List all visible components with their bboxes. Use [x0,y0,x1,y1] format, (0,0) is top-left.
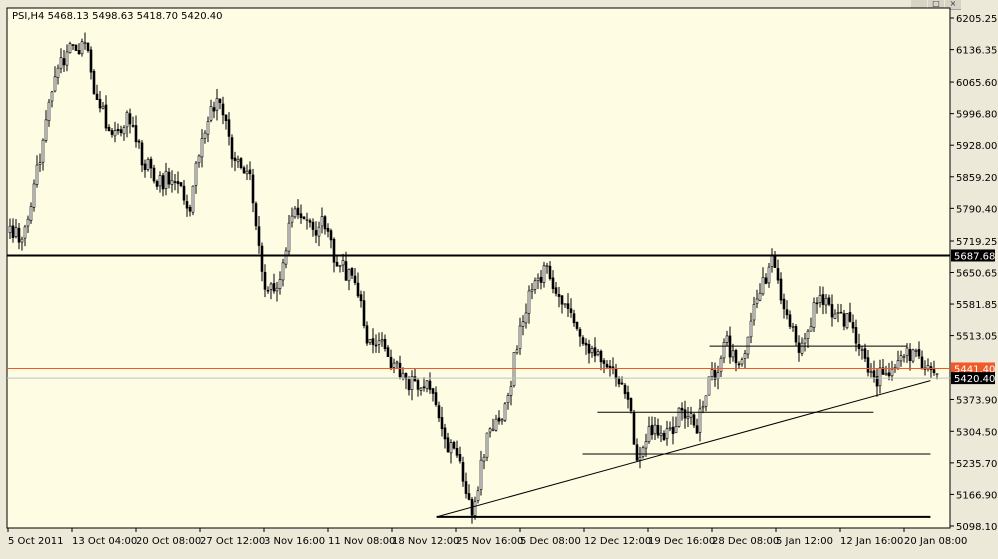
price-tick-label: 5650.65 [956,268,997,279]
candle [92,69,96,95]
candle [641,445,645,459]
price-tick-label: 6136.35 [956,46,997,57]
time-tick-label: 28 Dec 08:00 [712,536,779,547]
candle [152,164,156,184]
time-tick-label: 18 Nov 12:00 [392,536,459,547]
time-tick-label: 25 Nov 16:00 [456,536,523,547]
price-tick-label: 5373.90 [956,395,997,406]
time-tick-label: 5 Oct 2011 [8,536,63,547]
candle [845,312,849,330]
candle [812,297,816,333]
price-tick-label: 6065.60 [956,78,997,89]
candle [74,44,78,51]
candle [503,401,507,422]
candle [707,376,711,396]
symbol-info: PSI,H4 5468.13 5498.63 5418.70 5420.40 [12,11,223,22]
price-axis: 6205.25 6136.35 6065.60 5996.80 5928.00 5859.… [950,14,997,533]
candle [302,216,306,220]
price-tick-label: 5996.80 [956,110,997,121]
time-tick-label: 13 Oct 04:00 [72,536,137,547]
price-tick-label: 5166.90 [956,490,997,501]
price-chart[interactable]: 5687.685441.405420.40 6205.256136.356065… [0,0,998,559]
time-tick-label: 19 Dec 16:00 [648,536,715,547]
price-tick-label: 5928.00 [956,141,997,152]
time-tick-label: 20 Jan 08:00 [904,536,967,547]
candle [512,352,516,388]
candle [911,348,915,364]
level-label: 5687.68 [954,251,995,262]
price-tick-label: 5235.70 [956,459,997,470]
current-price-label: 5420.40 [954,374,995,385]
candle [68,41,72,54]
plot-area[interactable] [6,7,951,529]
time-tick-label: 20 Oct 08:00 [136,536,201,547]
price-tick-label: 6205.25 [956,14,997,25]
price-tick-label: 5581.85 [956,300,997,311]
price-tick-label: 5719.25 [956,237,997,248]
candle [191,185,195,216]
price-tick-label: 5513.05 [956,332,997,343]
price-tick-label: 5304.50 [956,427,997,438]
price-tick-label: 5859.20 [956,173,997,184]
time-tick-label: 3 Nov 16:00 [264,536,325,547]
time-axis: 5 Oct 2011 13 Oct 04:0020 Oct 08:0027 Oct… [7,528,967,547]
price-tick-label: 5790.40 [956,204,997,215]
time-tick-label: 5 Dec 08:00 [520,536,581,547]
time-tick-label: 27 Oct 12:00 [200,536,265,547]
time-tick-label: 12 Jan 16:00 [840,536,903,547]
candle [632,409,636,445]
candle [32,179,36,212]
time-tick-label: 5 Jan 12:00 [776,536,833,547]
candle [485,432,489,462]
candle [239,157,243,170]
candle [452,440,456,450]
time-tick-label: 12 Dec 12:00 [584,536,651,547]
candle [254,201,258,231]
candle [146,157,150,172]
time-tick-label: 11 Nov 08:00 [328,536,395,547]
chart-window[interactable]: _ □ × 5687.68 5441.40 5420.40 6205.25 6136.… [0,0,998,559]
price-tick-label: 5098.10 [956,522,997,533]
candle [677,407,681,428]
